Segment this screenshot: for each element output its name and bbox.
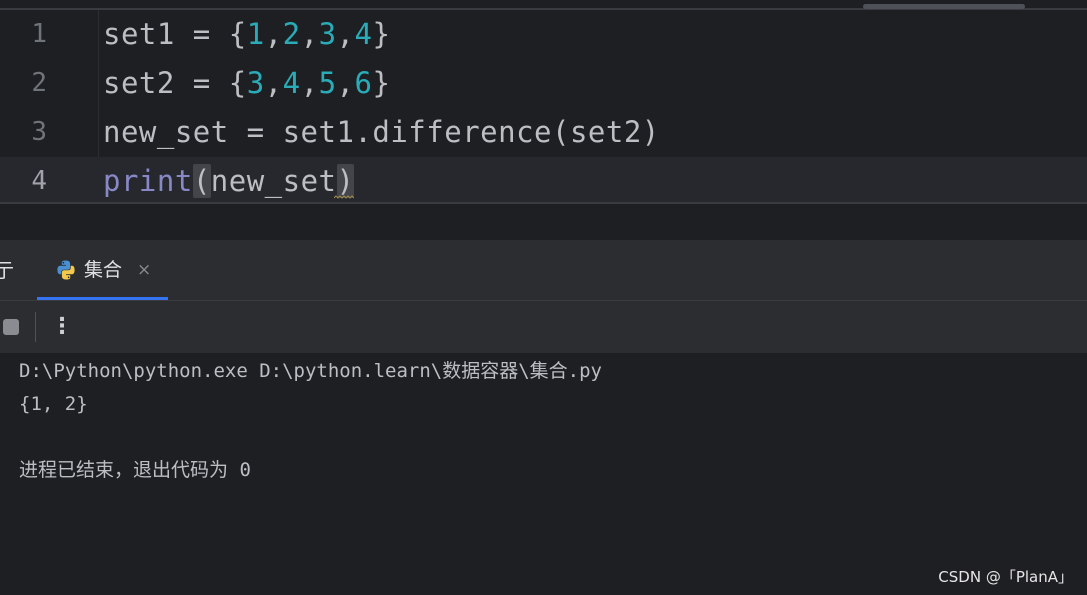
code-line-1[interactable]: 1 set1 = {1,2,3,4} (0, 10, 1087, 59)
horizontal-scrollbar-thumb[interactable] (863, 4, 1025, 9)
console-exit-message: 进程已结束，退出代码为 0 (19, 459, 251, 481)
console-command-line: D:\Python\python.exe D:\python.learn\数据容… (19, 360, 602, 382)
code-token: , (264, 17, 283, 51)
code-token: , (336, 66, 355, 100)
matched-brace: ) (336, 164, 355, 198)
splitter[interactable] (0, 204, 1087, 240)
number-token: 2 (282, 17, 301, 51)
code-token: set1 = { (103, 17, 247, 51)
python-icon (57, 260, 75, 280)
code-token: , (300, 66, 319, 100)
line-number: 3 (31, 117, 47, 147)
code-token: , (336, 17, 355, 51)
code-line-3[interactable]: 3 new_set = set1.difference(set2) (0, 108, 1087, 157)
code-line-4[interactable]: 4 print(new_set) (0, 157, 1087, 204)
line-number: 2 (31, 68, 47, 98)
code-token: new_set (210, 164, 337, 198)
line-number: 1 (31, 19, 47, 49)
code-token: set2 = { (103, 66, 247, 100)
code-token: } (372, 17, 391, 51)
code-token: , (300, 17, 319, 51)
code-text[interactable]: print(new_set) (103, 157, 355, 204)
close-icon[interactable]: × (137, 240, 151, 300)
builtin-token: print (103, 164, 193, 198)
console-output[interactable]: D:\Python\python.exe D:\python.learn\数据容… (0, 353, 1087, 595)
matched-brace: ( (192, 164, 211, 198)
number-token: 1 (246, 17, 265, 51)
watermark: CSDN @「PlanA」 (938, 568, 1073, 586)
tab-label: 集合 (84, 259, 123, 281)
toolbar-separator (35, 312, 36, 342)
code-token: , (264, 66, 283, 100)
code-token: new_set = set1.difference(set2) (103, 115, 660, 149)
console-output-line: {1, 2} (19, 393, 88, 415)
code-text[interactable]: set2 = {3,4,5,6} (103, 59, 390, 108)
code-token: } (372, 66, 391, 100)
number-token: 4 (282, 66, 301, 100)
code-editor[interactable]: 1 set1 = {1,2,3,4} 2 set2 = {3,4,5,6} 3 … (0, 0, 1087, 204)
number-token: 6 (354, 66, 373, 100)
more-options-icon[interactable]: ⋮ (51, 301, 73, 353)
code-text[interactable]: new_set = set1.difference(set2) (103, 108, 660, 157)
line-number: 4 (31, 166, 47, 196)
code-text[interactable]: set1 = {1,2,3,4} (103, 10, 390, 59)
run-tool-window-tabs: 亍 集合 × (0, 240, 1087, 300)
run-toolbar: ⋮ (0, 301, 1087, 353)
number-token: 3 (246, 66, 265, 100)
number-token: 5 (318, 66, 337, 100)
tab-run-label[interactable]: 亍 (0, 240, 14, 300)
warning-squiggle-icon (334, 195, 354, 199)
tab-run-config[interactable]: 集合 × (37, 240, 168, 300)
stop-icon[interactable] (3, 319, 19, 335)
number-token: 3 (318, 17, 337, 51)
number-token: 4 (354, 17, 373, 51)
code-line-2[interactable]: 2 set2 = {3,4,5,6} (0, 59, 1087, 108)
